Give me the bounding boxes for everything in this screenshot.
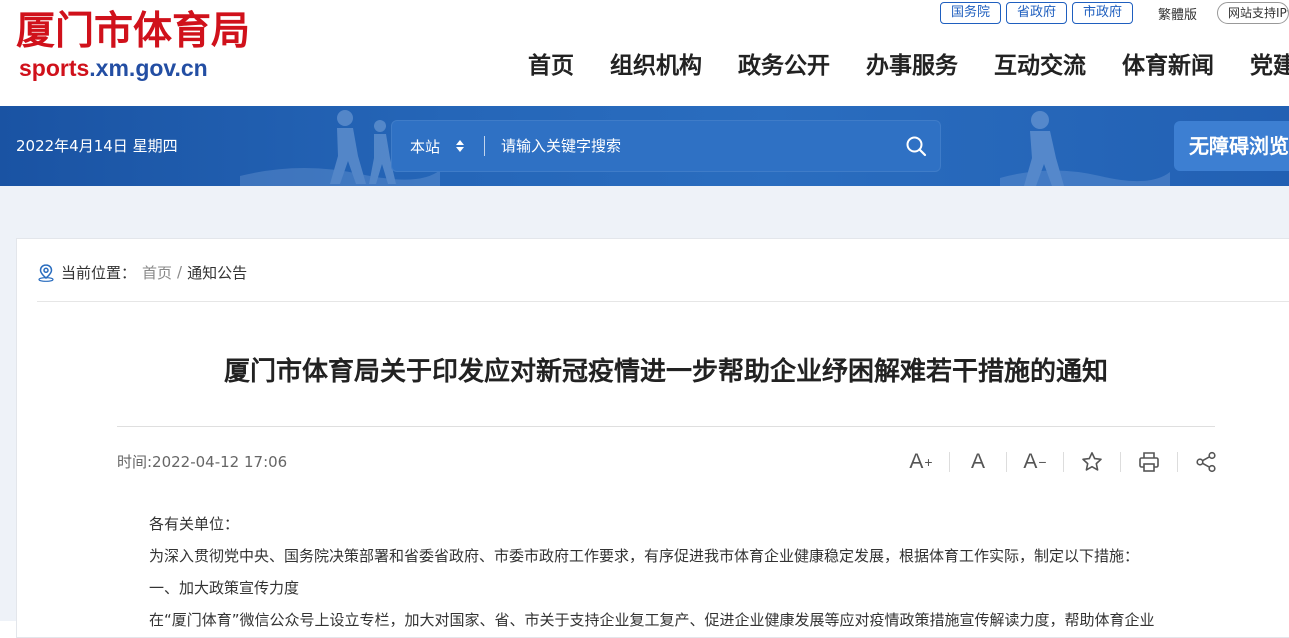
title-divider bbox=[117, 426, 1215, 427]
plus-sign: + bbox=[924, 454, 933, 470]
article-paragraph: 各有关单位： bbox=[149, 515, 240, 533]
nav-party-building[interactable]: 党建 bbox=[1232, 45, 1289, 87]
search-input[interactable] bbox=[501, 132, 881, 160]
site-logo[interactable]: 厦门市体育局 bbox=[16, 6, 250, 56]
breadcrumb: 当前位置： 首页 / 通知公告 bbox=[37, 262, 247, 282]
publish-time: 时间:2022-04-12 17:06 bbox=[117, 453, 288, 471]
font-larger-label: A bbox=[909, 450, 924, 473]
breadcrumb-home-link[interactable]: 首页 bbox=[142, 262, 172, 283]
site-url-sports: sports bbox=[19, 55, 90, 81]
print-button[interactable] bbox=[1133, 447, 1165, 477]
favorite-button[interactable] bbox=[1076, 447, 1108, 477]
site-header: 厦门市体育局 sports.xm.gov.cn 国务院 省政府 市政府 繁體版 … bbox=[0, 0, 1289, 106]
sort-arrows-icon[interactable] bbox=[455, 139, 465, 153]
breadcrumb-separator: / bbox=[177, 263, 183, 281]
font-normal-label: A bbox=[970, 450, 985, 473]
ipv6-badge: 网站支持IPv6 bbox=[1217, 2, 1289, 24]
link-city-gov[interactable]: 市政府 bbox=[1071, 2, 1133, 24]
top-links: 国务院 省政府 市政府 繁體版 网站支持IPv6 bbox=[939, 2, 1289, 24]
nav-government-affairs[interactable]: 政务公开 bbox=[720, 45, 848, 87]
nav-services[interactable]: 办事服务 bbox=[848, 45, 976, 87]
link-provincial-gov[interactable]: 省政府 bbox=[1005, 2, 1067, 24]
printer-icon bbox=[1139, 452, 1159, 472]
tool-divider bbox=[949, 452, 950, 472]
article-paragraph: 为深入贯彻党中央、国务院决策部署和省委省政府、市委市政府工作要求，有序促进我市体… bbox=[149, 547, 1140, 565]
breadcrumb-current-link[interactable]: 通知公告 bbox=[187, 262, 247, 283]
accessibility-button[interactable]: 无障碍浏览 bbox=[1174, 121, 1289, 171]
nav-organization[interactable]: 组织机构 bbox=[592, 45, 720, 87]
main-nav: 首页 组织机构 政务公开 办事服务 互动交流 体育新闻 党建 bbox=[510, 45, 1289, 87]
site-url-domain: .xm.gov.cn bbox=[89, 55, 208, 81]
tool-divider bbox=[1120, 452, 1121, 472]
nav-sports-news[interactable]: 体育新闻 bbox=[1104, 45, 1232, 87]
banner: 2022年4月14日 星期四 本站 无障碍浏览 bbox=[0, 106, 1289, 186]
share-icon bbox=[1196, 451, 1216, 473]
star-icon bbox=[1082, 452, 1102, 471]
nav-home[interactable]: 首页 bbox=[510, 45, 592, 87]
location-pin-icon bbox=[38, 263, 54, 282]
breadcrumb-divider bbox=[37, 301, 1289, 302]
search-divider bbox=[484, 136, 485, 156]
current-date: 2022年4月14日 星期四 bbox=[16, 137, 178, 155]
search-icon[interactable] bbox=[904, 134, 928, 158]
site-url: sports.xm.gov.cn bbox=[19, 55, 208, 81]
traditional-chinese-link[interactable]: 繁體版 bbox=[1158, 4, 1197, 23]
article-tools: A + A A − bbox=[905, 447, 1222, 477]
font-smaller-button[interactable]: A − bbox=[1019, 447, 1051, 477]
link-state-council[interactable]: 国务院 bbox=[939, 2, 1001, 24]
tool-divider bbox=[1006, 452, 1007, 472]
article-title: 厦门市体育局关于印发应对新冠疫情进一步帮助企业纾困解难若干措施的通知 bbox=[223, 357, 1108, 387]
runner-illustration-right bbox=[1000, 111, 1170, 186]
search-scope-select[interactable]: 本站 bbox=[410, 136, 440, 157]
share-button[interactable] bbox=[1190, 447, 1222, 477]
minus-sign: − bbox=[1038, 454, 1047, 470]
font-normal-button[interactable]: A bbox=[962, 447, 994, 477]
breadcrumb-label: 当前位置： bbox=[61, 263, 137, 282]
article-paragraph: 一、加大政策宣传力度 bbox=[149, 579, 300, 597]
article-body: 各有关单位： 为深入贯彻党中央、国务院决策部署和省委省政府、市委市政府工作要求，… bbox=[149, 508, 1219, 636]
font-smaller-label: A bbox=[1023, 450, 1038, 473]
article-paragraph: 在“厦门体育”微信公众号上设立专栏，加大对国家、省、市关于支持企业复工复产、促进… bbox=[149, 611, 1155, 629]
nav-interaction[interactable]: 互动交流 bbox=[976, 45, 1104, 87]
font-larger-button[interactable]: A + bbox=[905, 447, 937, 477]
tool-divider bbox=[1177, 452, 1178, 472]
tool-divider bbox=[1063, 452, 1064, 472]
search-bar: 本站 bbox=[391, 120, 941, 172]
